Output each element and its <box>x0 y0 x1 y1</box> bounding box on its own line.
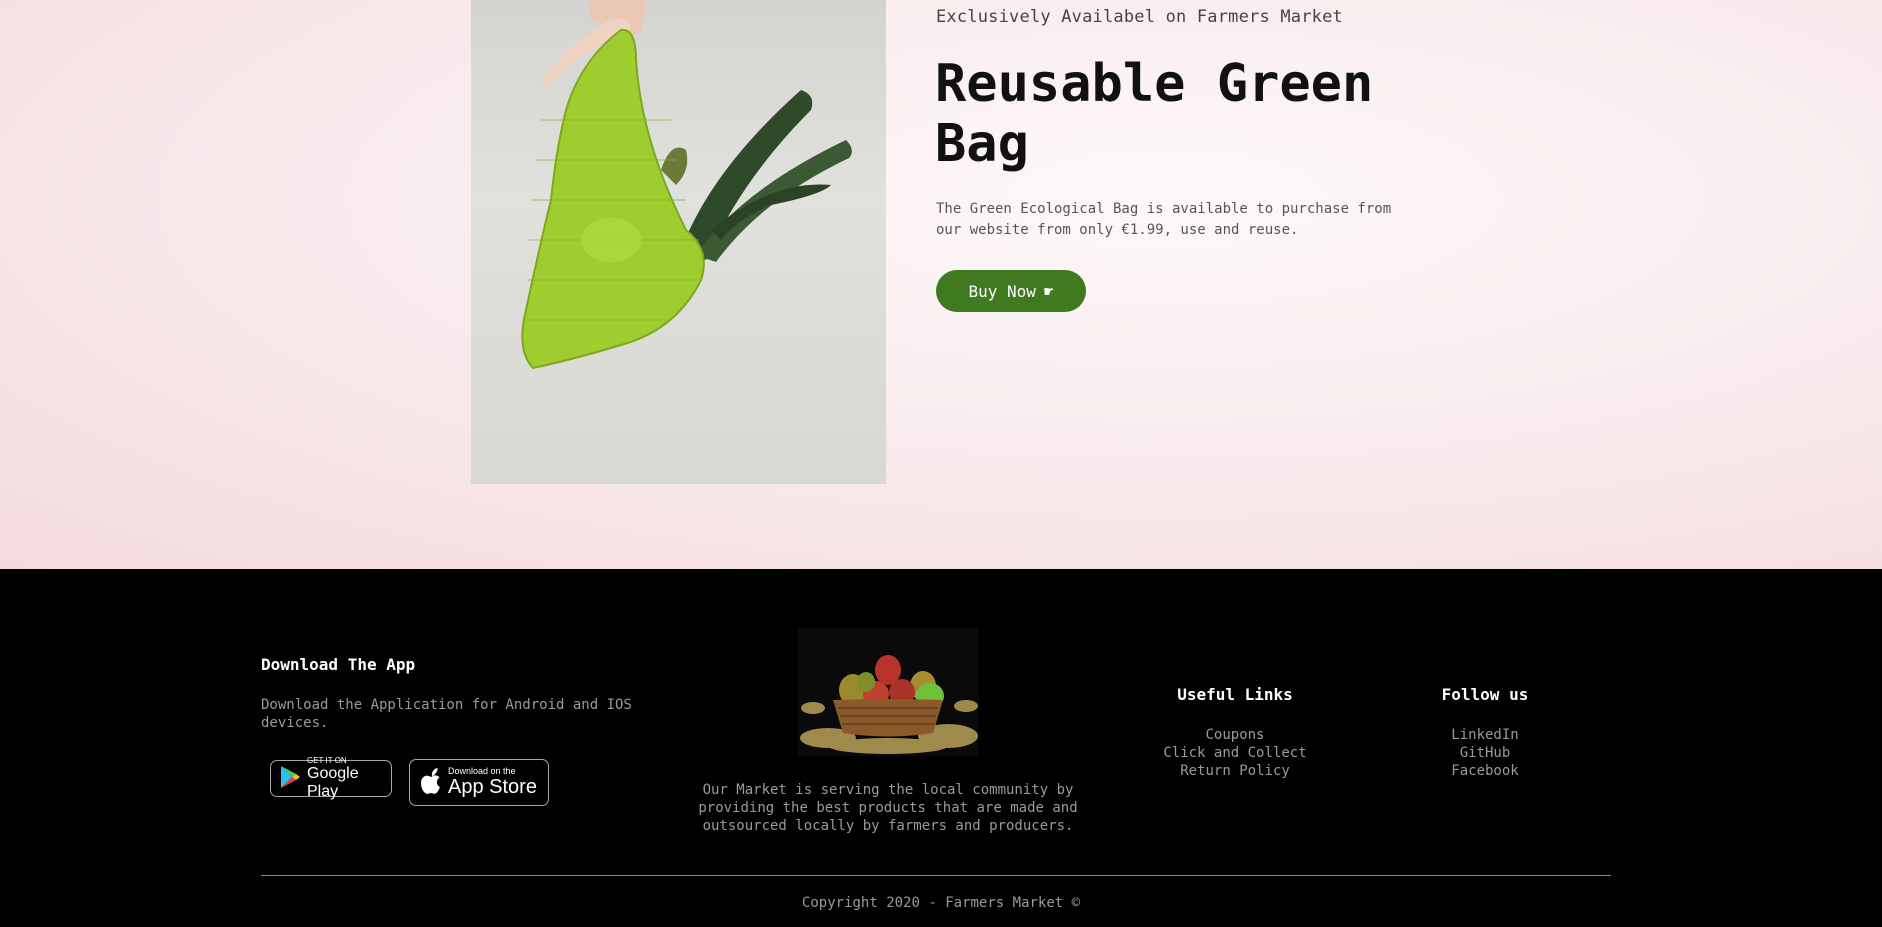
hero-kicker: Exclusively Availabel on Farmers Market <box>936 7 1343 27</box>
link-facebook[interactable]: Facebook <box>1385 762 1585 780</box>
link-return-policy[interactable]: Return Policy <box>1120 762 1350 780</box>
hero-title: Reusable Green Bag <box>935 54 1374 174</box>
hero-section: Exclusively Availabel on Farmers Market … <box>0 0 1882 569</box>
link-github[interactable]: GitHub <box>1385 744 1585 762</box>
download-app-heading: Download The App <box>261 655 416 674</box>
green-bag-photo <box>471 0 886 484</box>
social-links-list: LinkedIn GitHub Facebook <box>1385 726 1585 780</box>
apple-icon <box>420 767 442 798</box>
link-coupons[interactable]: Coupons <box>1120 726 1350 744</box>
about-text: Our Market is serving the local communit… <box>698 782 1078 834</box>
pointing-hand-icon: ☛ <box>1043 281 1054 301</box>
buy-now-button[interactable]: Buy Now ☛ <box>936 270 1086 312</box>
google-play-icon <box>279 765 301 793</box>
fruit-basket-image <box>798 628 978 756</box>
google-play-big-text: Google Play <box>307 765 359 800</box>
google-play-small-text: GET IT ON <box>307 756 347 765</box>
app-store-badge[interactable]: Download on the App Store <box>409 759 549 806</box>
footer-divider <box>261 875 1611 876</box>
follow-us-heading: Follow us <box>1441 685 1529 704</box>
copyright-text: Copyright 2020 - Farmers Market © <box>801 895 1081 911</box>
google-play-badge[interactable]: GET IT ON Google Play <box>270 756 392 800</box>
app-store-big-text: App Store <box>448 776 537 798</box>
link-click-and-collect[interactable]: Click and Collect <box>1120 744 1350 762</box>
useful-links-list: Coupons Click and Collect Return Policy <box>1120 726 1350 780</box>
site-footer: Download The App Download the Applicatio… <box>0 569 1882 927</box>
link-linkedin[interactable]: LinkedIn <box>1385 726 1585 744</box>
hero-description: The Green Ecological Bag is available to… <box>936 201 1392 238</box>
download-app-text: Download the Application for Android and… <box>261 697 632 731</box>
useful-links-heading: Useful Links <box>1177 685 1293 704</box>
buy-now-label: Buy Now <box>968 281 1036 301</box>
app-store-small-text: Download on the <box>448 766 516 776</box>
